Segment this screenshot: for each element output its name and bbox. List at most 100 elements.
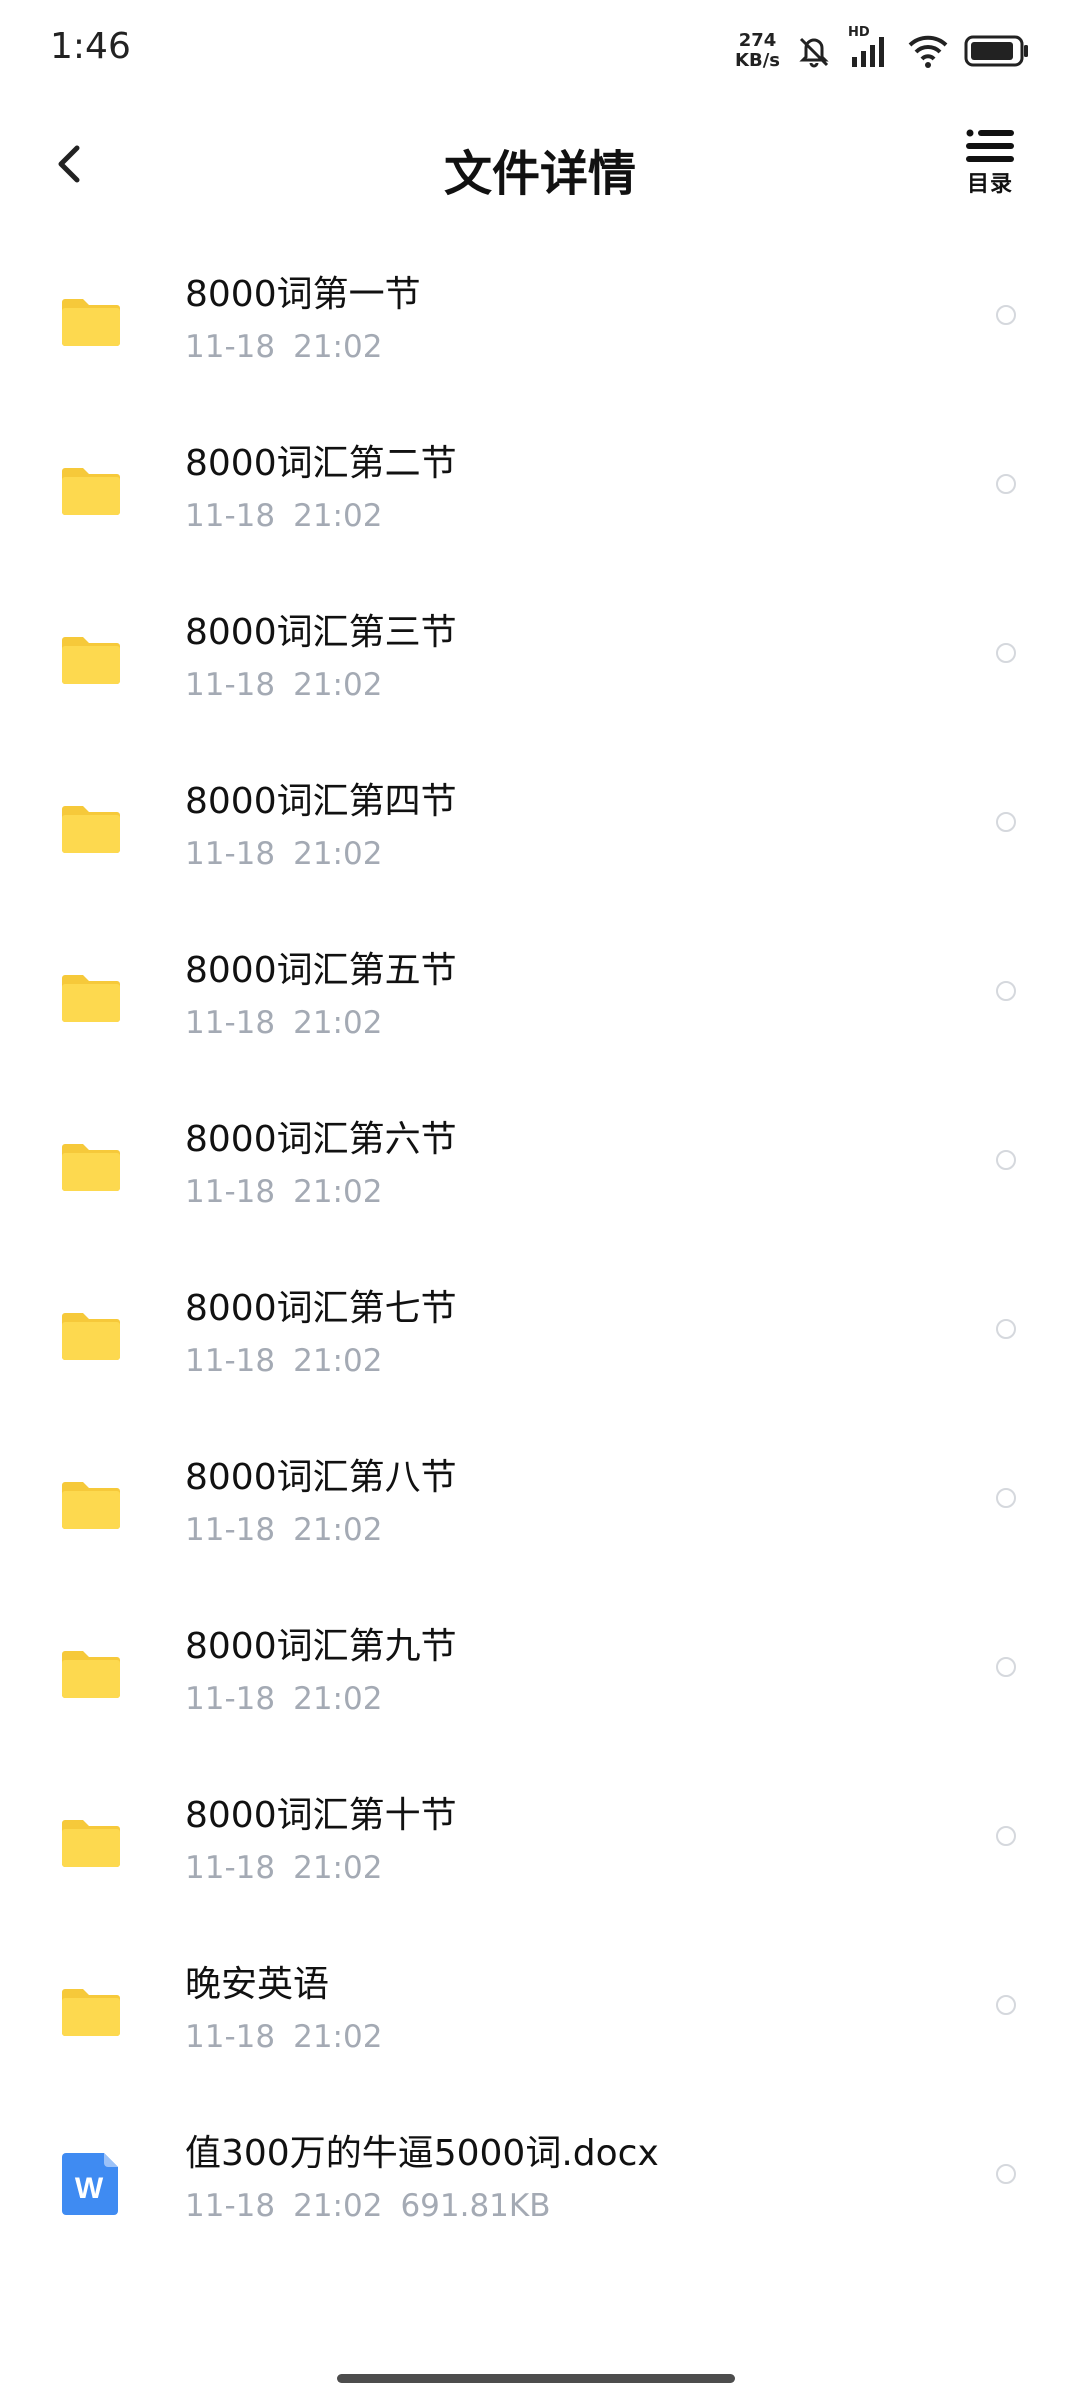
home-indicator[interactable] xyxy=(337,2374,735,2383)
file-name: 8000词汇第二节 xyxy=(185,443,457,484)
signal-icon: HD xyxy=(848,25,892,71)
select-radio[interactable] xyxy=(996,1319,1016,1339)
file-time: 21:02 xyxy=(293,836,383,872)
file-time: 21:02 xyxy=(293,329,383,365)
file-date: 11-18 xyxy=(185,329,276,365)
file-time: 21:02 xyxy=(293,2188,383,2224)
file-size: 691.81KB xyxy=(400,2188,551,2224)
file-meta: 11-18 21:02 xyxy=(185,1681,418,1717)
select-radio[interactable] xyxy=(996,2164,1016,2184)
page-title: 文件详情 xyxy=(443,146,636,202)
select-radio[interactable] xyxy=(996,812,1016,832)
folder-icon xyxy=(60,968,122,1030)
file-meta: 11-18 21:02 xyxy=(185,498,418,534)
file-name: 8000词汇第三节 xyxy=(185,612,457,653)
folder-icon xyxy=(60,1306,122,1368)
file-date: 11-18 xyxy=(185,498,276,534)
file-row[interactable]: 8000词汇第六节 11-18 21:02 xyxy=(0,1092,1080,1261)
file-meta: 11-18 21:02 xyxy=(185,1005,418,1041)
file-name: 晚安英语 xyxy=(185,1964,330,2005)
file-meta: 11-18 21:02 xyxy=(185,1850,418,1886)
folder-icon xyxy=(60,1644,122,1706)
file-name: 值300万的牛逼5000词.docx xyxy=(185,2133,659,2174)
file-name: 8000词汇第七节 xyxy=(185,1288,457,1329)
folder-icon xyxy=(60,1982,122,2044)
file-time: 21:02 xyxy=(293,1343,383,1379)
file-meta: 11-18 21:02 xyxy=(185,667,418,703)
file-row[interactable]: 8000词汇第八节 11-18 21:02 xyxy=(0,1430,1080,1599)
file-name: 8000词汇第四节 xyxy=(185,781,457,822)
file-meta: 11-18 21:02 xyxy=(185,2019,418,2055)
status-icons: 274 KB/s HD xyxy=(735,25,1030,74)
file-date: 11-18 xyxy=(185,1005,276,1041)
network-speed-value: 274 xyxy=(738,30,777,51)
file-date: 11-18 xyxy=(185,1512,276,1548)
battery-icon xyxy=(964,33,1030,69)
file-time: 21:02 xyxy=(293,1174,383,1210)
file-date: 11-18 xyxy=(185,1343,276,1379)
file-date: 11-18 xyxy=(185,1850,276,1886)
file-name: 8000词汇第六节 xyxy=(185,1119,457,1160)
file-name: 8000词汇第五节 xyxy=(185,950,457,991)
select-radio[interactable] xyxy=(996,1657,1016,1677)
select-radio[interactable] xyxy=(996,981,1016,1001)
file-meta: 11-18 21:02 xyxy=(185,1512,418,1548)
doc-icon-letter: W xyxy=(75,2172,104,2205)
file-row[interactable]: 8000词汇第三节 11-18 21:02 xyxy=(0,585,1080,754)
file-time: 21:02 xyxy=(293,498,383,534)
status-bar: 1:46 274 KB/s HD xyxy=(0,0,1080,100)
file-meta: 11-18 21:02 xyxy=(185,836,418,872)
select-radio[interactable] xyxy=(996,1150,1016,1170)
folder-icon xyxy=(60,630,122,692)
file-date: 11-18 xyxy=(185,667,276,703)
folder-icon xyxy=(60,1813,122,1875)
file-time: 21:02 xyxy=(293,1512,383,1548)
file-date: 11-18 xyxy=(185,2188,276,2224)
file-meta: 11-18 21:02 xyxy=(185,329,418,365)
file-row[interactable]: W 值300万的牛逼5000词.docx 11-18 21:02 691.81KB xyxy=(0,2106,1080,2275)
file-time: 21:02 xyxy=(293,1005,383,1041)
wifi-icon xyxy=(906,31,950,71)
file-time: 21:02 xyxy=(293,2019,383,2055)
file-list: 8000词第一节 11-18 21:02 8000词汇第二节 11-18 21:02 800… xyxy=(0,247,1080,2275)
select-radio[interactable] xyxy=(996,1826,1016,1846)
file-time: 21:02 xyxy=(293,667,383,703)
network-speed-unit: KB/s xyxy=(735,50,780,71)
list-menu-icon xyxy=(966,129,1014,162)
file-row[interactable]: 8000词第一节 11-18 21:02 xyxy=(0,247,1080,416)
app-header: 文件详情 目录 xyxy=(0,100,1080,230)
select-radio[interactable] xyxy=(996,643,1016,663)
file-date: 11-18 xyxy=(185,2019,276,2055)
network-speed: 274 KB/s xyxy=(735,31,780,71)
folder-icon xyxy=(60,799,122,861)
file-row[interactable]: 8000词汇第四节 11-18 21:02 xyxy=(0,754,1080,923)
file-name: 8000词汇第九节 xyxy=(185,1626,457,1667)
folder-icon xyxy=(60,292,122,354)
file-row[interactable]: 8000词汇第五节 11-18 21:02 xyxy=(0,923,1080,1092)
select-radio[interactable] xyxy=(996,1995,1016,2015)
word-doc-icon: W xyxy=(60,2151,122,2215)
file-time: 21:02 xyxy=(293,1850,383,1886)
file-row[interactable]: 晚安英语 11-18 21:02 xyxy=(0,1937,1080,2106)
status-time: 1:46 xyxy=(50,26,131,67)
file-meta: 11-18 21:02 xyxy=(185,1174,418,1210)
select-radio[interactable] xyxy=(996,1488,1016,1508)
select-radio[interactable] xyxy=(996,474,1016,494)
file-row[interactable]: 8000词汇第二节 11-18 21:02 xyxy=(0,416,1080,585)
file-name: 8000词第一节 xyxy=(185,274,421,315)
file-name: 8000词汇第十节 xyxy=(185,1795,457,1836)
file-meta: 11-18 21:02 xyxy=(185,1343,418,1379)
file-row[interactable]: 8000词汇第七节 11-18 21:02 xyxy=(0,1261,1080,1430)
file-row[interactable]: 8000词汇第十节 11-18 21:02 xyxy=(0,1768,1080,1937)
toc-button[interactable]: 目录 xyxy=(960,128,1020,198)
file-name: 8000词汇第八节 xyxy=(185,1457,457,1498)
file-date: 11-18 xyxy=(185,1681,276,1717)
file-row[interactable]: 8000词汇第九节 11-18 21:02 xyxy=(0,1599,1080,1768)
toc-label: 目录 xyxy=(966,172,1013,197)
file-date: 11-18 xyxy=(185,1174,276,1210)
network-type-label: HD xyxy=(848,25,870,40)
file-time: 21:02 xyxy=(293,1681,383,1717)
select-radio[interactable] xyxy=(996,305,1016,325)
folder-icon xyxy=(60,461,122,523)
mute-icon xyxy=(794,31,834,71)
